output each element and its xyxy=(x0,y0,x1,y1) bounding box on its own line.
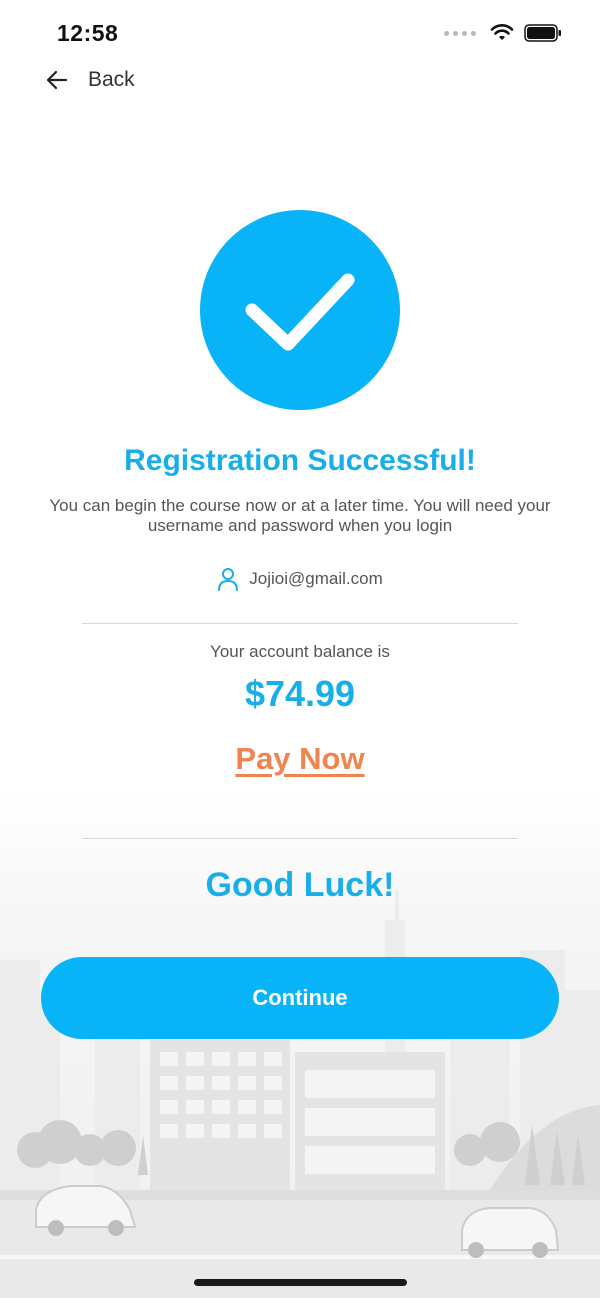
pay-now-link[interactable]: Pay Now xyxy=(235,741,364,776)
page-subtitle: You can begin the course now or at a lat… xyxy=(49,496,551,535)
home-indicator[interactable] xyxy=(194,1279,407,1286)
battery-icon xyxy=(524,24,561,42)
divider xyxy=(82,623,518,624)
checkmark-icon xyxy=(245,273,355,351)
good-luck-heading: Good Luck! xyxy=(205,866,395,904)
user-email-row: Jojioi@gmail.com xyxy=(0,567,600,591)
user-icon xyxy=(218,568,239,591)
wifi-icon xyxy=(490,24,514,40)
continue-button[interactable]: Continue xyxy=(41,957,559,1039)
divider xyxy=(82,838,518,839)
back-label: Back xyxy=(88,68,135,91)
page-title: Registration Successful! xyxy=(124,444,476,477)
pay-now-row: Pay Now xyxy=(0,741,600,777)
back-arrow-icon xyxy=(46,70,68,90)
back-button[interactable]: Back xyxy=(44,62,135,98)
signal-dots-icon xyxy=(444,30,476,36)
status-bar: 12:58 xyxy=(0,0,600,62)
balance-amount: $74.99 xyxy=(244,673,356,714)
user-email: Jojioi@gmail.com xyxy=(249,569,383,588)
balance-label: Your account balance is xyxy=(210,642,390,661)
status-time: 12:58 xyxy=(57,20,119,46)
status-icons xyxy=(444,24,562,42)
success-badge xyxy=(200,210,400,410)
